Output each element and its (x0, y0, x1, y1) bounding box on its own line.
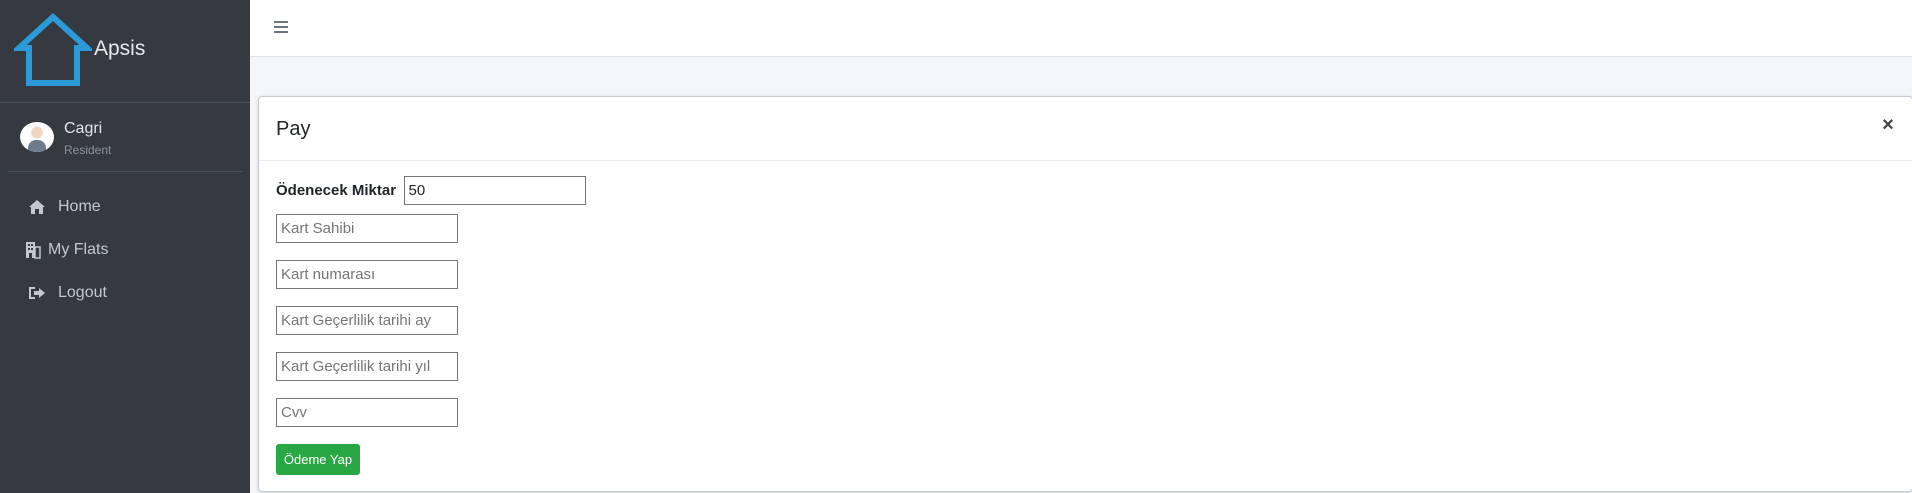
house-outline-icon (14, 12, 92, 86)
hamburger-icon[interactable] (272, 18, 290, 36)
amount-label: Ödenecek Miktar (276, 182, 397, 199)
sidebar-item-label: My Flats (48, 240, 109, 258)
sidebar-item-home[interactable]: Home (8, 185, 242, 228)
sidebar-item-label: Logout (58, 283, 107, 301)
sidebar-nav: Home My Flats Logout (8, 185, 242, 314)
pay-modal: Pay × Ödenecek Miktar Ödeme Yap (258, 96, 1912, 492)
amount-input[interactable] (403, 176, 586, 205)
cvv-input[interactable] (276, 398, 458, 427)
sidebar-item-label: Home (58, 197, 101, 215)
user-panel: Cagri Resident (8, 103, 242, 172)
home-icon (26, 196, 48, 218)
card-number-input[interactable] (276, 260, 458, 289)
building-icon (22, 239, 44, 261)
close-icon[interactable]: × (1878, 115, 1898, 135)
card-expiry-month-input[interactable] (276, 306, 458, 335)
sidebar: Apsis Cagri Resident Home My Flats Logou… (0, 0, 250, 493)
amount-row: Ödenecek Miktar (276, 176, 586, 205)
top-navbar (250, 0, 1912, 57)
modal-header: Pay × (259, 97, 1912, 161)
sign-out-icon (26, 282, 48, 304)
brand-link[interactable]: Apsis (0, 0, 250, 103)
user-role: Resident (64, 143, 112, 157)
user-avatar (20, 122, 54, 152)
card-expiry-year-input[interactable] (276, 352, 458, 381)
card-holder-input[interactable] (276, 214, 458, 243)
modal-title: Pay (276, 118, 311, 140)
brand-name: Apsis (94, 37, 146, 60)
sidebar-item-logout[interactable]: Logout (8, 271, 242, 314)
sidebar-item-my-flats[interactable]: My Flats (8, 228, 242, 271)
user-name[interactable]: Cagri (64, 120, 102, 138)
submit-payment-button[interactable]: Ödeme Yap (276, 444, 360, 475)
